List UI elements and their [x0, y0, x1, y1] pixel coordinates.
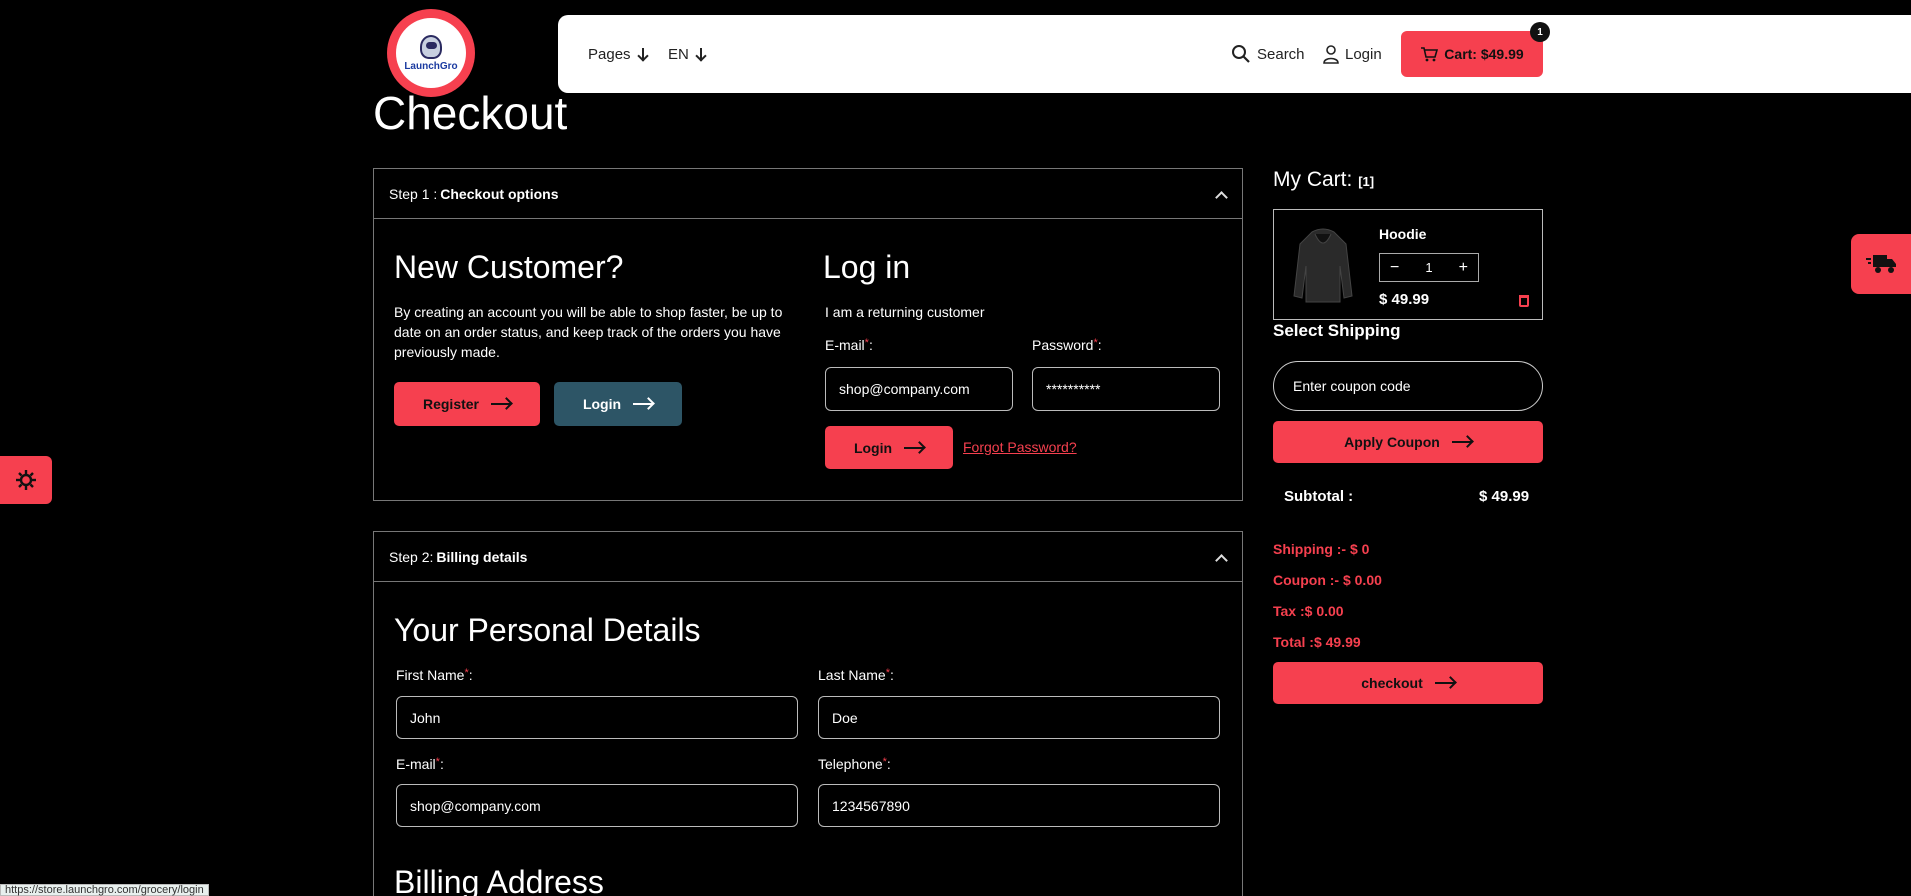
- select-shipping-heading: Select Shipping: [1273, 321, 1401, 340]
- returning-customer-text: I am a returning customer: [825, 304, 985, 320]
- last-name-field[interactable]: Doe: [818, 696, 1220, 739]
- my-cart-count: [1]: [1358, 174, 1375, 189]
- billing-email-label: E-mail*:: [396, 756, 444, 772]
- login-email-label: E-mail*:: [825, 337, 873, 353]
- minus-icon[interactable]: −: [1390, 259, 1399, 277]
- new-customer-heading: New Customer?: [394, 249, 624, 285]
- logo-text: LaunchGro: [404, 60, 458, 72]
- checkout-button[interactable]: checkout: [1273, 662, 1543, 704]
- login-password-label: Password*:: [1032, 337, 1102, 353]
- tax-total: Tax :$ 0.00: [1273, 603, 1344, 619]
- forgot-password-link[interactable]: Forgot Password?: [963, 439, 1077, 455]
- nav-login[interactable]: Login: [1323, 15, 1382, 93]
- user-icon: [1323, 45, 1339, 64]
- gear-icon: [16, 470, 36, 490]
- nav-search-label: Search: [1257, 45, 1305, 63]
- quantity-stepper: − 1 +: [1379, 253, 1479, 282]
- step2-title: Billing details: [436, 548, 528, 565]
- apply-coupon-button[interactable]: Apply Coupon: [1273, 421, 1543, 463]
- step1-title: Checkout options: [440, 185, 559, 202]
- billing-email-field[interactable]: shop@company.com: [396, 784, 798, 827]
- personal-details-heading: Your Personal Details: [394, 612, 701, 648]
- cart-button[interactable]: Cart: $49.99: [1401, 31, 1543, 77]
- checkout-label: checkout: [1361, 675, 1423, 691]
- register-label: Register: [422, 396, 480, 412]
- login-email-field[interactable]: shop@company.com: [825, 367, 1013, 411]
- step1-prefix: Step 1 :: [389, 185, 438, 202]
- page-title: Checkout: [373, 90, 568, 135]
- coupon-total: Coupon :- $ 0.00: [1273, 572, 1382, 588]
- cart-item-price: $ 49.99: [1379, 291, 1430, 308]
- telephone-field[interactable]: 1234567890: [818, 784, 1220, 827]
- arrow-right-icon: [491, 403, 512, 405]
- nav-login-label: Login: [1345, 45, 1382, 63]
- status-bar-url: https://store.launchgro.com/grocery/logi…: [0, 884, 209, 896]
- quantity-value: 1: [1425, 260, 1433, 275]
- theme-toggle-tab[interactable]: [0, 456, 52, 504]
- step1-header[interactable]: Step 1 : Checkout options: [374, 169, 1242, 219]
- subtotal-label: Subtotal :: [1284, 488, 1354, 505]
- shipping-total: Shipping :- $ 0: [1273, 541, 1370, 557]
- nav-pages-label: Pages: [588, 45, 631, 63]
- coupon-input[interactable]: Enter coupon code: [1273, 361, 1543, 411]
- arrow-down-icon: [695, 47, 707, 61]
- step2-prefix: Step 2:: [389, 548, 434, 565]
- cart-label: Cart: $49.99: [1444, 46, 1524, 62]
- store-logo[interactable]: LaunchGro: [387, 9, 475, 97]
- my-cart-title: My Cart: [1]: [1273, 168, 1375, 191]
- subtotal-value: $ 49.99: [1479, 488, 1530, 505]
- login-password-field[interactable]: **********: [1032, 367, 1220, 411]
- first-name-field[interactable]: John: [396, 696, 798, 739]
- nav-search[interactable]: Search: [1231, 15, 1305, 93]
- arrow-right-icon: [1451, 441, 1472, 443]
- login-submit-label: Login: [853, 439, 893, 456]
- new-customer-text: By creating an account you will be able …: [394, 304, 783, 360]
- telephone-label: Telephone*:: [818, 756, 891, 772]
- login-option-label: Login: [582, 396, 622, 412]
- astronaut-icon: [420, 34, 442, 59]
- arrow-right-icon: [633, 403, 654, 405]
- apply-coupon-label: Apply Coupon: [1344, 434, 1440, 450]
- cart-icon: [1421, 47, 1439, 62]
- truck-icon: [1866, 255, 1896, 273]
- nav-pages-dropdown[interactable]: Pages: [588, 15, 649, 93]
- search-icon: [1232, 45, 1250, 63]
- register-button[interactable]: Register: [394, 382, 540, 426]
- delivery-tab[interactable]: [1851, 234, 1911, 294]
- login-heading: Log in: [823, 249, 911, 285]
- arrow-right-icon: [1434, 682, 1455, 684]
- cart-item-name: Hoodie: [1379, 226, 1427, 242]
- arrow-down-icon: [637, 47, 649, 61]
- first-name-label: First Name*:: [396, 667, 473, 683]
- step2-header[interactable]: Step 2: Billing details: [374, 532, 1242, 582]
- plus-icon[interactable]: +: [1459, 259, 1468, 277]
- trash-icon[interactable]: [1519, 295, 1529, 307]
- billing-address-heading: Billing Address: [394, 864, 604, 896]
- nav-language-dropdown[interactable]: EN: [668, 15, 707, 93]
- hoodie-image: [1293, 228, 1353, 303]
- last-name-label: Last Name*:: [818, 667, 894, 683]
- nav-lang-label: EN: [668, 45, 689, 63]
- login-submit-button[interactable]: Login: [825, 426, 953, 469]
- grand-total: Total :$ 49.99: [1273, 634, 1361, 650]
- login-option-button[interactable]: Login: [554, 382, 682, 426]
- cart-count-badge: 1: [1530, 22, 1550, 42]
- arrow-right-icon: [904, 446, 925, 449]
